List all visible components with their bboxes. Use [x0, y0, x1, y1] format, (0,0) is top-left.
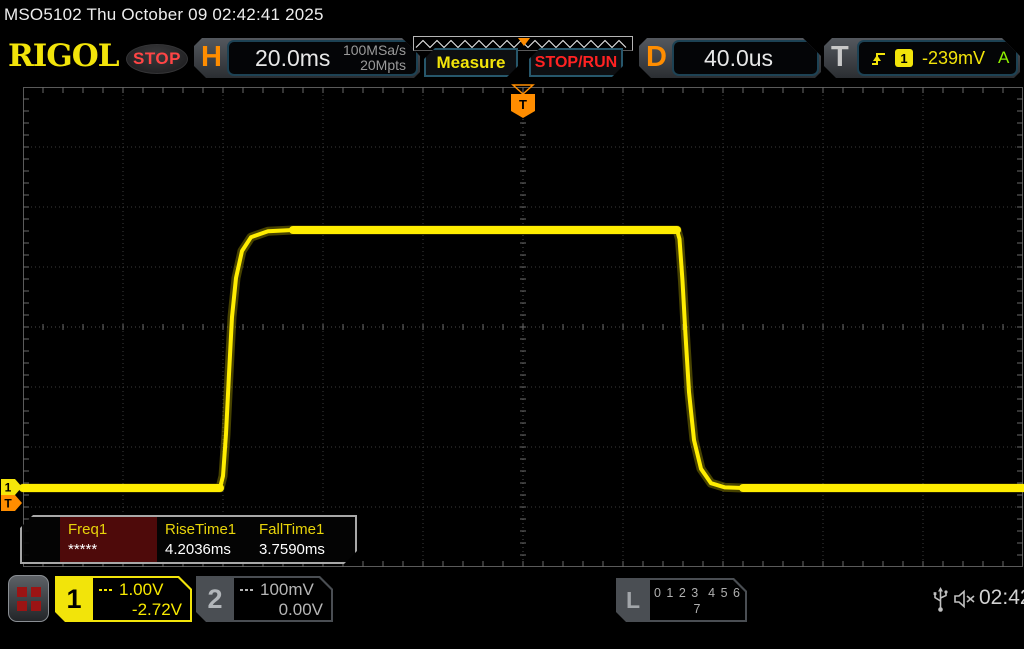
meas-value: ***** — [68, 540, 157, 559]
channel-1-offset: -2.72V — [99, 600, 182, 620]
channel-2-number: 2 — [196, 576, 234, 622]
measurement-risetime1[interactable]: RiseTime1 4.2036ms — [157, 517, 251, 562]
sound-muted-icon[interactable] — [953, 589, 977, 609]
trigger-level-letter: T — [4, 497, 12, 511]
channel-1-scale: 1.00V — [119, 579, 163, 600]
logic-row-0-7: 0 1 2 3 4 5 6 7 — [650, 585, 745, 617]
channel-1-box[interactable]: 1 1.00V -2.72V — [55, 576, 192, 622]
meas-name: RiseTime1 — [165, 520, 251, 540]
logic-channels-box[interactable]: L 0 1 2 3 4 5 6 7 8 9 10 11 12 13 14 15 — [616, 578, 747, 622]
meas-name: Freq1 — [68, 520, 157, 540]
logic-row-8-15: 8 9 10 11 12 13 14 15 — [650, 617, 745, 649]
measurement-freq1[interactable]: Freq1 ***** — [60, 517, 157, 562]
measurement-spacer — [22, 517, 60, 562]
meas-value: 4.2036ms — [165, 540, 251, 559]
dc-coupling-icon — [240, 589, 255, 591]
meas-value: 3.7590ms — [259, 540, 351, 559]
logic-label: L — [616, 578, 650, 622]
meas-name: FallTime1 — [259, 520, 351, 540]
ch1-marker-letter: 1 — [5, 481, 12, 495]
trigger-level-marker[interactable]: T — [1, 495, 22, 511]
menu-grid-icon — [17, 587, 41, 611]
channel-2-box[interactable]: 2 100mV 0.00V — [196, 576, 333, 622]
ch1-ground-marker[interactable]: 1 — [1, 479, 22, 495]
channel-2-scale: 100mV — [260, 579, 314, 600]
measurement-panel: Freq1 ***** RiseTime1 4.2036ms FallTime1… — [20, 515, 357, 564]
measurement-falltime1[interactable]: FallTime1 3.7590ms — [251, 517, 351, 562]
graticule-grid — [23, 87, 1023, 567]
usb-icon — [932, 587, 949, 613]
menu-button[interactable] — [8, 575, 49, 622]
status-clock: 02:42 — [979, 586, 1024, 610]
trigger-position-letter: T — [519, 97, 527, 112]
channel-1-number: 1 — [55, 576, 93, 622]
dc-coupling-icon — [99, 589, 114, 591]
channel-2-offset: 0.00V — [240, 600, 323, 620]
